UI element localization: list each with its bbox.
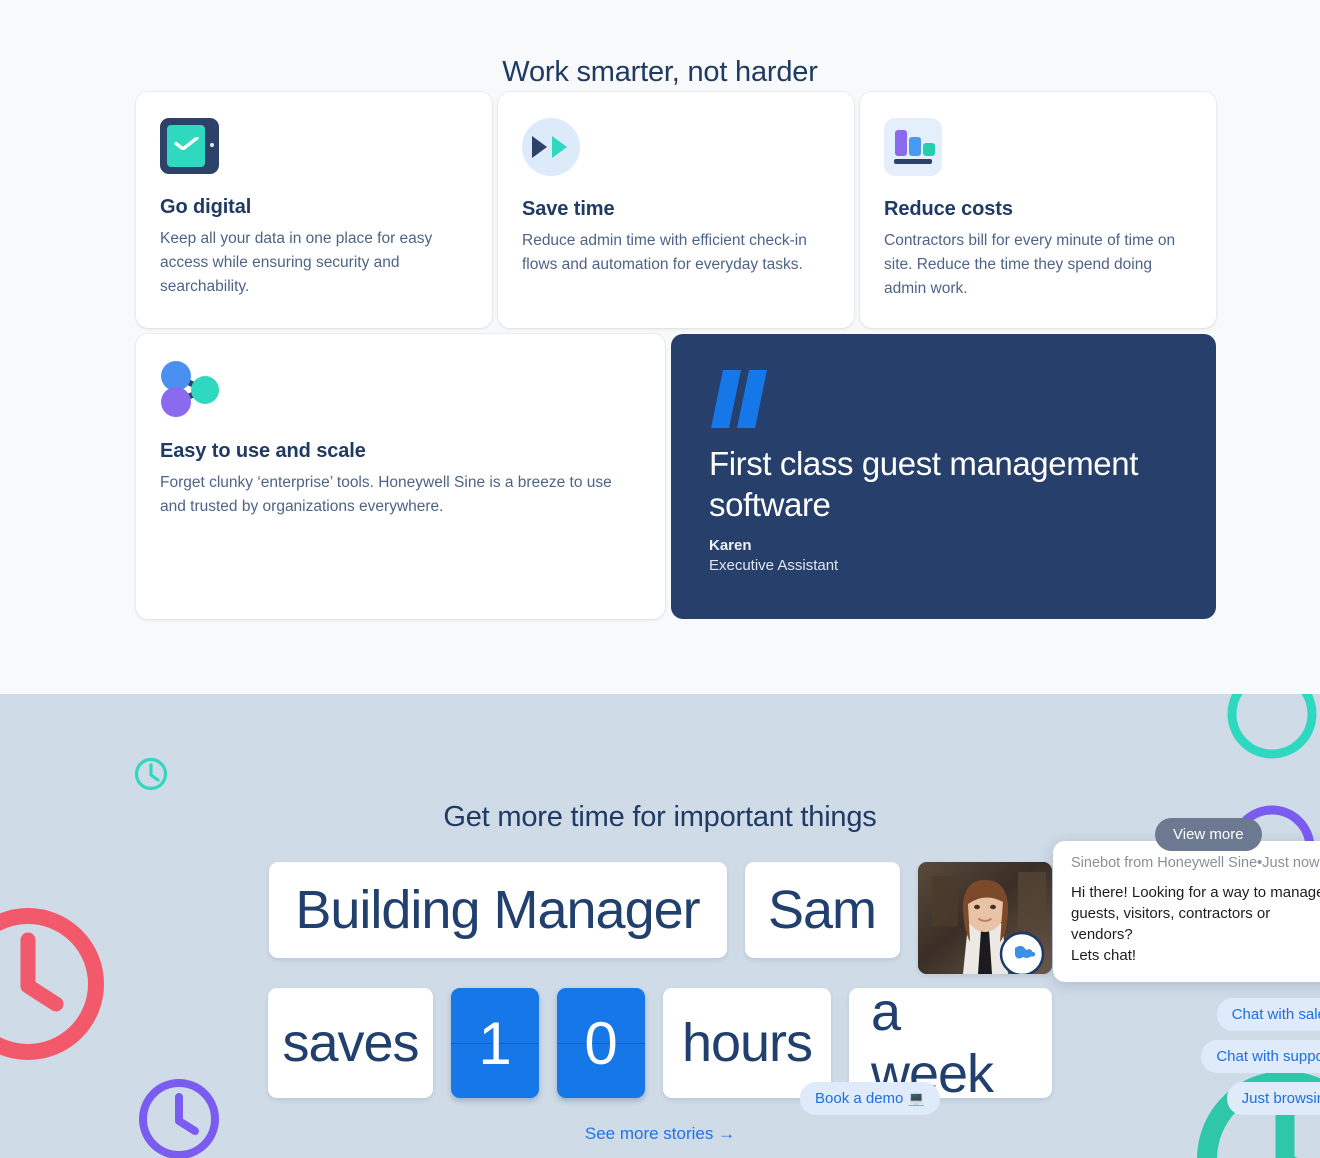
features-section: Work smarter, not harder Go digital Keep… [0, 0, 1320, 694]
story-counter-digit-ones: 0 [557, 988, 645, 1098]
fast-forward-glyph [532, 136, 567, 158]
features-row-2: Easy to use and scale Forget clunky ‘ent… [136, 334, 1216, 619]
chat-message-line-1: Hi there! Looking for a way to manage [1071, 884, 1320, 901]
quick-reply-row: Chat with sales 🎩 [1040, 998, 1320, 1031]
page-root: Work smarter, not harder Go digital Keep… [0, 0, 1320, 1158]
feature-card-go-digital[interactable]: Go digital Keep all your data in one pla… [136, 92, 492, 328]
testimonial-author-name: Karen [708, 537, 752, 554]
quick-reply-chat-with-sales[interactable]: Chat with sales 🎩 [1216, 998, 1320, 1031]
laptop-icon: 💻 [907, 1090, 925, 1106]
feature-card-title: Easy to use and scale [160, 440, 366, 462]
network-nodes-glyph [161, 361, 219, 417]
feature-card-title: Save time [522, 198, 615, 220]
story-tile-role: Building Manager [268, 862, 727, 958]
quick-reply-row: Chat with support 🛠 [1040, 1040, 1320, 1073]
portrait-illustration [917, 862, 1052, 974]
features-row-1: Go digital Keep all your data in one pla… [136, 92, 1216, 328]
quick-reply-label: Chat with sales [1231, 1006, 1320, 1023]
stories-heading: Get more time for important things [443, 801, 877, 833]
feature-card-reduce-costs[interactable]: Reduce costs Contractors bill for every … [860, 92, 1216, 328]
quote-mark-icon [709, 370, 1178, 433]
chat-message-line-4: Lets chat! [1071, 947, 1137, 964]
feature-card-body: Contractors bill for every minute of tim… [884, 232, 1176, 297]
quick-reply-chat-with-support[interactable]: Chat with support 🛠 [1201, 1040, 1320, 1073]
features-card-grid: Go digital Keep all your data in one pla… [136, 92, 1216, 619]
testimonial-author-role: Executive Assistant [708, 557, 839, 574]
chat-message-line-2: guests, visitors, contractors or [1071, 905, 1271, 922]
feature-card-save-time[interactable]: Save time Reduce admin time with efficie… [498, 92, 854, 328]
chat-message-line-3: vendors? [1071, 926, 1133, 943]
check-glyph [174, 137, 199, 150]
quick-reply-just-browsing[interactable]: Just browsing 🙂 [1226, 1082, 1320, 1115]
feature-card-body: Reduce admin time with efficient check-i… [522, 232, 807, 273]
quick-reply-label: Book a demo [815, 1090, 904, 1107]
see-more-stories-link[interactable]: See more stories → [0, 1124, 1320, 1144]
clock-icon-teal-decoration [134, 757, 168, 791]
fast-forward-icon [522, 118, 580, 176]
network-nodes-icon [160, 360, 226, 418]
story-tile-saves: saves [268, 988, 433, 1098]
chat-quick-replies: Chat with sales 🎩 Chat with support 🛠 Bo… [800, 998, 1320, 1124]
features-heading: Work smarter, not harder [502, 56, 818, 88]
chat-message-body: Hi there! Looking for a way to manage gu… [1071, 882, 1320, 966]
story-counter-digit-tens: 1 [451, 988, 539, 1098]
quick-reply-book-a-demo[interactable]: Book a demo 💻 [800, 1082, 940, 1115]
story-portrait-photo [917, 862, 1052, 974]
bar-chart-icon [884, 118, 942, 176]
chat-message-meta: Sinebot from Honeywell Sine•Just now [1071, 855, 1320, 871]
tablet-check-icon [160, 118, 226, 174]
quick-reply-row: Book a demo 💻 Just browsing 🙂 [800, 1082, 1320, 1115]
story-tile-name: Sam [744, 862, 900, 958]
testimonial-card[interactable]: First class guest management software Ka… [670, 334, 1216, 619]
feature-card-title: Reduce costs [884, 198, 1013, 220]
chat-message-bubble[interactable]: Sinebot from Honeywell Sine•Just now Hi … [1053, 841, 1320, 982]
feature-card-easy-to-use[interactable]: Easy to use and scale Forget clunky ‘ent… [136, 334, 665, 619]
quick-reply-label: Chat with support [1216, 1048, 1320, 1065]
feature-card-body: Keep all your data in one place for easy… [160, 230, 433, 295]
quick-reply-label: Just browsing [1241, 1090, 1320, 1107]
feature-card-title: Go digital [160, 196, 252, 218]
feature-card-body: Forget clunky ‘enterprise’ tools. Honeyw… [160, 474, 612, 515]
view-more-button[interactable]: View more [1155, 818, 1262, 851]
quote-mark-glyph [710, 370, 767, 428]
circle-teal-decoration [1227, 694, 1317, 759]
testimonial-quote: First class guest management software [708, 445, 1138, 523]
